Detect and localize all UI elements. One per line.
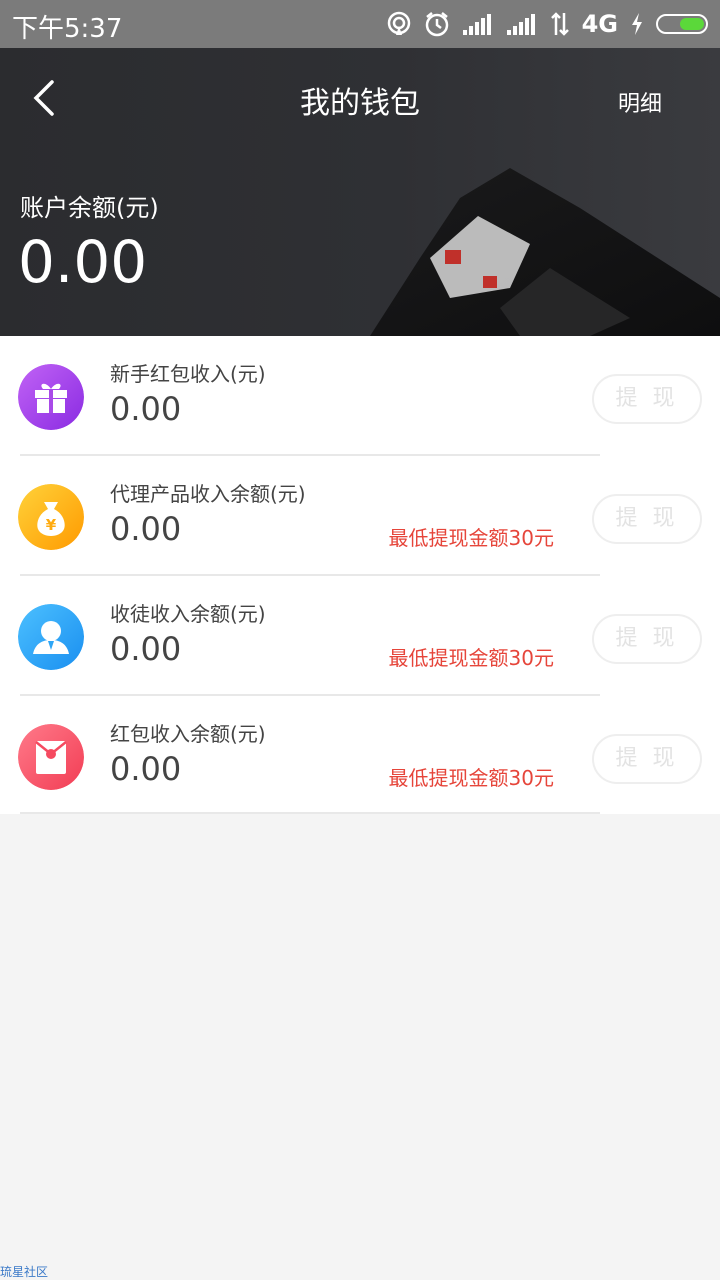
detail-link[interactable]: 明细 bbox=[618, 86, 662, 118]
status-time: 下午5:37 bbox=[12, 14, 123, 44]
income-list: 新手红包收入(元) 0.00 提 现 ¥ 代理产品收入余额(元) 0.00 最低… bbox=[0, 336, 720, 814]
item-label: 代理产品收入余额(元) bbox=[110, 482, 306, 506]
status-icons: 4G bbox=[386, 8, 708, 40]
balance-value: 0.00 bbox=[18, 228, 148, 296]
data-arrows-icon bbox=[550, 12, 569, 36]
network-type: 4G bbox=[581, 10, 618, 38]
item-value: 0.00 bbox=[110, 390, 182, 428]
page-title: 我的钱包 bbox=[300, 86, 420, 121]
min-withdraw-note: 最低提现金额30元 bbox=[388, 526, 554, 550]
hotspot-icon bbox=[387, 11, 410, 35]
watermark: 琉星社区 bbox=[0, 1265, 49, 1279]
min-withdraw-note: 最低提现金额30元 bbox=[388, 766, 554, 790]
min-withdraw-note: 最低提现金额30元 bbox=[388, 646, 554, 670]
item-value: 0.00 bbox=[110, 510, 182, 548]
gift-icon bbox=[18, 364, 84, 430]
wallet-image bbox=[370, 168, 720, 336]
item-label: 新手红包收入(元) bbox=[110, 362, 266, 386]
withdraw-button[interactable]: 提 现 bbox=[592, 734, 702, 784]
divider bbox=[20, 812, 600, 814]
user-icon bbox=[18, 604, 84, 670]
list-item: 新手红包收入(元) 0.00 提 现 bbox=[0, 336, 720, 456]
list-item: 红包收入余额(元) 0.00 最低提现金额30元 提 现 bbox=[0, 696, 720, 814]
list-item: ¥ 代理产品收入余额(元) 0.00 最低提现金额30元 提 现 bbox=[0, 456, 720, 576]
wallet-header: 我的钱包 明细 账户余额(元) 0.00 bbox=[0, 48, 720, 336]
item-label: 红包收入余额(元) bbox=[110, 722, 266, 746]
balance-label: 账户余额(元) bbox=[20, 194, 159, 222]
item-value: 0.00 bbox=[110, 750, 182, 788]
item-value: 0.00 bbox=[110, 630, 182, 668]
signal-icon bbox=[506, 14, 535, 35]
item-label: 收徒收入余额(元) bbox=[110, 602, 266, 626]
withdraw-button[interactable]: 提 现 bbox=[592, 614, 702, 664]
nav-bar: 我的钱包 明细 bbox=[0, 48, 720, 148]
battery-icon bbox=[656, 14, 708, 34]
status-bar: 下午5:37 4G bbox=[0, 0, 720, 48]
withdraw-button[interactable]: 提 现 bbox=[592, 494, 702, 544]
red-envelope-icon bbox=[18, 724, 84, 790]
charging-icon bbox=[632, 13, 642, 35]
alarm-icon bbox=[425, 12, 448, 37]
signal-icon bbox=[462, 14, 491, 35]
svg-text:¥: ¥ bbox=[46, 516, 57, 534]
money-bag-icon: ¥ bbox=[18, 484, 84, 550]
list-item: 收徒收入余额(元) 0.00 最低提现金额30元 提 现 bbox=[0, 576, 720, 696]
withdraw-button[interactable]: 提 现 bbox=[592, 374, 702, 424]
